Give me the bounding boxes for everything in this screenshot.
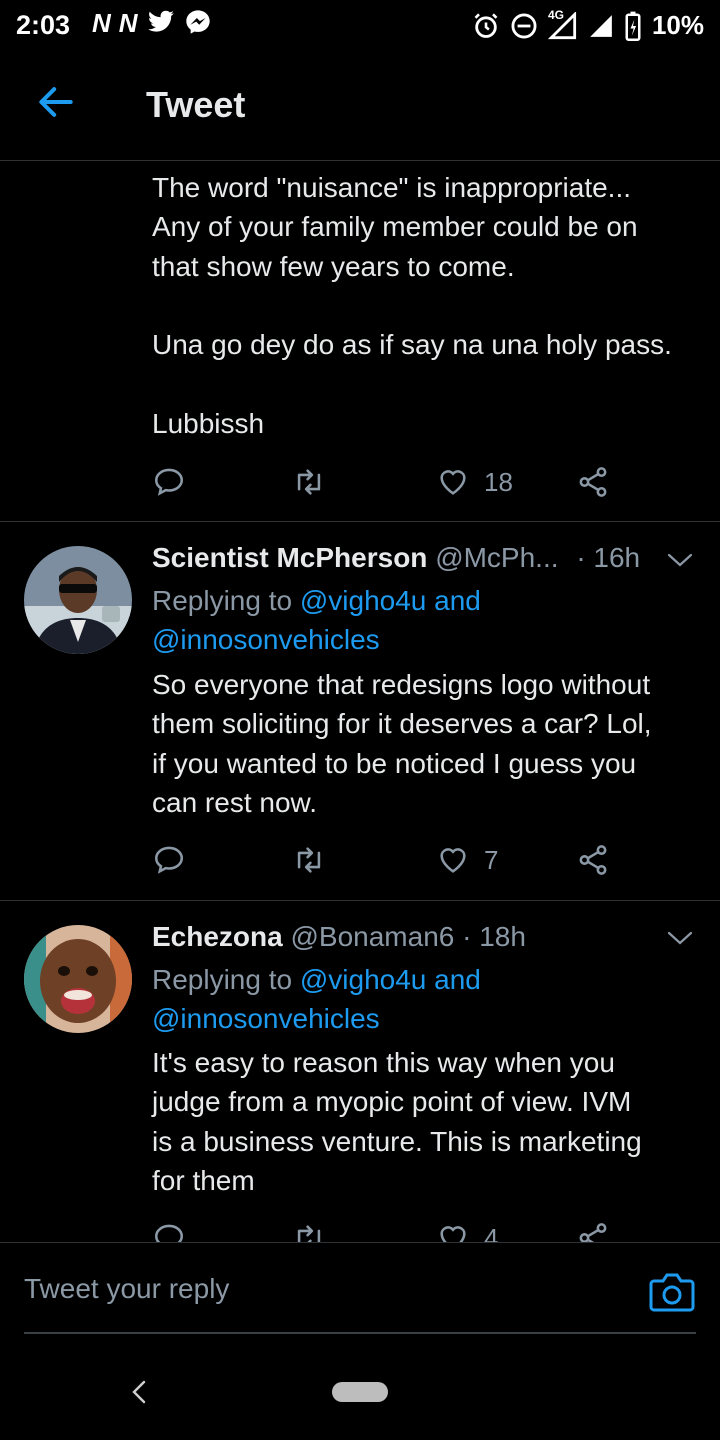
replying-label: Replying to (152, 964, 300, 995)
status-right: 4G 10% (472, 8, 704, 41)
avatar-photo (24, 925, 132, 1033)
tweet-text-line: So everyone that redesigns logo without (152, 669, 651, 700)
share-button[interactable] (576, 462, 610, 502)
avatar-photo (24, 546, 132, 654)
reply-composer: Tweet your reply (0, 1242, 720, 1334)
mention-link[interactable]: @innosonvehicles (152, 1003, 380, 1034)
app-n-icon: N (92, 8, 111, 38)
chevron-down-icon[interactable] (666, 928, 694, 948)
tweet-text-line: can rest now. (152, 786, 317, 818)
nav-back-icon[interactable] (128, 1378, 152, 1406)
like-count: 7 (484, 844, 499, 875)
back-arrow-icon[interactable] (34, 80, 78, 124)
status-time: 2:03 (16, 10, 71, 40)
tweet-2-body: So everyone that redesigns logo without … (152, 665, 712, 822)
battery-icon (625, 11, 641, 41)
like-count: 18 (484, 466, 513, 497)
tweet-text-line: that show few years to come. (152, 250, 515, 282)
tweet-text-line: Una go dey do as if say na una holy pass… (152, 329, 672, 361)
tweet-text-line: them soliciting for it deserves a car? L… (152, 708, 652, 740)
reply-icon (154, 846, 184, 874)
retweet-icon (297, 469, 321, 495)
like-button[interactable]: 7 (436, 840, 498, 880)
messenger-icon (185, 10, 210, 34)
chevron-down-icon[interactable] (666, 550, 694, 570)
tweet-text-line (152, 364, 712, 403)
home-gesture-pill[interactable] (332, 1382, 388, 1402)
tweet-2-header: Scientist McPherson @McPh... · 16h (152, 542, 692, 574)
tweet-text-line: for them (152, 1164, 255, 1196)
network-type-label: 4G (547, 7, 564, 22)
tweet-3-replying: Replying to @vigho4u and @innosonvehicle… (152, 960, 712, 1039)
tweet-text-line: It's easy to reason this way when you (152, 1047, 615, 1078)
tweet-1-actions: 18 (152, 462, 622, 502)
tweet-divider (0, 900, 720, 901)
signal-4g-icon: 4G (547, 8, 578, 40)
reply-button[interactable] (152, 840, 186, 880)
tweet-time: · 18h (462, 921, 526, 952)
share-icon (579, 467, 607, 497)
heart-icon (440, 470, 466, 495)
twitter-bird-icon (147, 10, 174, 32)
reply-button[interactable] (152, 462, 186, 502)
signal-icon (590, 14, 612, 37)
heart-icon (440, 848, 466, 873)
reply-input[interactable]: Tweet your reply (24, 1273, 229, 1305)
app-n-icon: N (118, 8, 138, 38)
retweet-button[interactable] (292, 462, 326, 502)
tweet-text-line: Any of your family member could be on (152, 211, 638, 243)
share-button[interactable] (576, 840, 610, 880)
camera-icon[interactable] (648, 1269, 696, 1313)
alarm-icon (474, 12, 498, 38)
display-name[interactable]: Echezona (152, 921, 283, 952)
notification-icons: N N (92, 8, 212, 39)
reply-icon (154, 468, 184, 496)
mention-link[interactable]: @vigho4u and (300, 964, 481, 995)
avatar[interactable] (24, 546, 132, 654)
tweet-3-header: Echezona @Bonaman6 · 18h (152, 921, 672, 953)
tweet-text-line: if you wanted to be noticed I guess you (152, 747, 637, 779)
tweet-text-line (152, 286, 712, 325)
status-bar: 2:03 N N 4G 10% (0, 0, 720, 50)
like-button[interactable]: 18 (436, 462, 513, 502)
tweet-2-actions: 7 (152, 840, 622, 880)
tweet-text-line: The word "nuisance" is inappropriate... (152, 172, 632, 203)
tweet-text-line: judge from a myopic point of view. IVM (152, 1086, 632, 1118)
mention-link[interactable]: @vigho4u and (300, 585, 481, 616)
avatar[interactable] (24, 925, 132, 1033)
battery-percent: 10% (651, 10, 704, 40)
tweet-text-line: is a business venture. This is marketing (152, 1125, 642, 1157)
user-handle[interactable]: @McPh... (435, 542, 558, 573)
tweet-3-body: It's easy to reason this way when you ju… (152, 1043, 712, 1200)
top-app-bar: Tweet (0, 50, 720, 161)
reply-underline (24, 1332, 696, 1334)
retweet-button[interactable] (292, 840, 326, 880)
page-title: Tweet (146, 84, 246, 125)
user-handle[interactable]: @Bonaman6 (290, 921, 454, 952)
retweet-icon (297, 847, 321, 873)
tweet-time: · 16h (576, 542, 641, 573)
display-name[interactable]: Scientist McPherson (152, 542, 427, 573)
mention-link[interactable]: @innosonvehicles (152, 624, 380, 655)
replying-label: Replying to (152, 585, 300, 616)
tweet-2-replying: Replying to @vigho4u and @innosonvehicle… (152, 581, 712, 660)
tweet-text-line: Lubbissh (152, 407, 265, 439)
tweet-divider (0, 521, 720, 522)
share-icon (579, 845, 607, 875)
do-not-disturb-icon (511, 13, 537, 38)
tweet-1-body: The word "nuisance" is inappropriate... … (152, 168, 712, 443)
